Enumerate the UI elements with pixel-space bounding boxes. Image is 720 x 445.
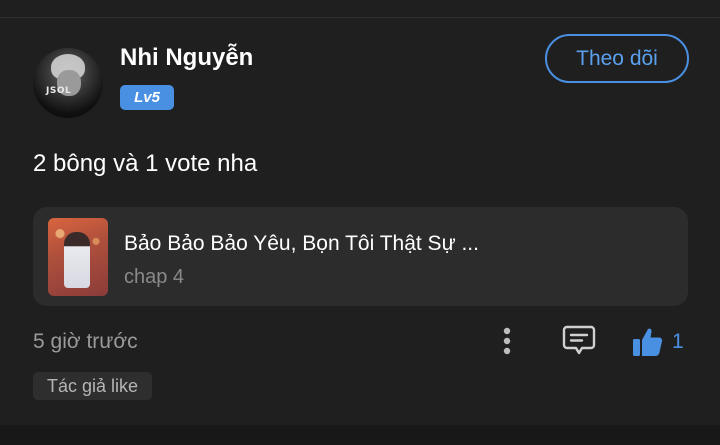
reply-button[interactable]	[561, 322, 597, 358]
chapter-card[interactable]: Bảo Bảo Bảo Yêu, Bọn Tôi Thật Sự ... cha…	[33, 207, 688, 306]
more-button[interactable]	[495, 325, 519, 357]
comment-text: 2 bông và 1 vote nha	[33, 150, 258, 177]
avatar-text: JSOL	[46, 86, 72, 96]
follow-button[interactable]: Theo dõi	[545, 34, 689, 83]
like-button[interactable]: 1	[632, 322, 696, 362]
comment-icon	[562, 325, 596, 355]
like-count: 1	[672, 330, 684, 353]
chapter-subtitle: chap 4	[124, 266, 185, 288]
chapter-title: Bảo Bảo Bảo Yêu, Bọn Tôi Thật Sự ...	[124, 232, 479, 255]
bottom-divider	[0, 425, 720, 445]
thumbs-up-icon	[633, 328, 663, 356]
comment-timestamp: 5 giờ trước	[33, 330, 138, 353]
chapter-cover-image	[48, 218, 108, 296]
cover-figure	[64, 232, 90, 288]
avatar[interactable]: JSOL	[33, 48, 103, 118]
more-vertical-icon	[503, 327, 511, 355]
top-divider	[0, 17, 720, 18]
username[interactable]: Nhi Nguyễn	[120, 44, 253, 72]
level-badge: Lv5	[120, 85, 174, 110]
author-liked-tag: Tác giả like	[33, 372, 152, 400]
